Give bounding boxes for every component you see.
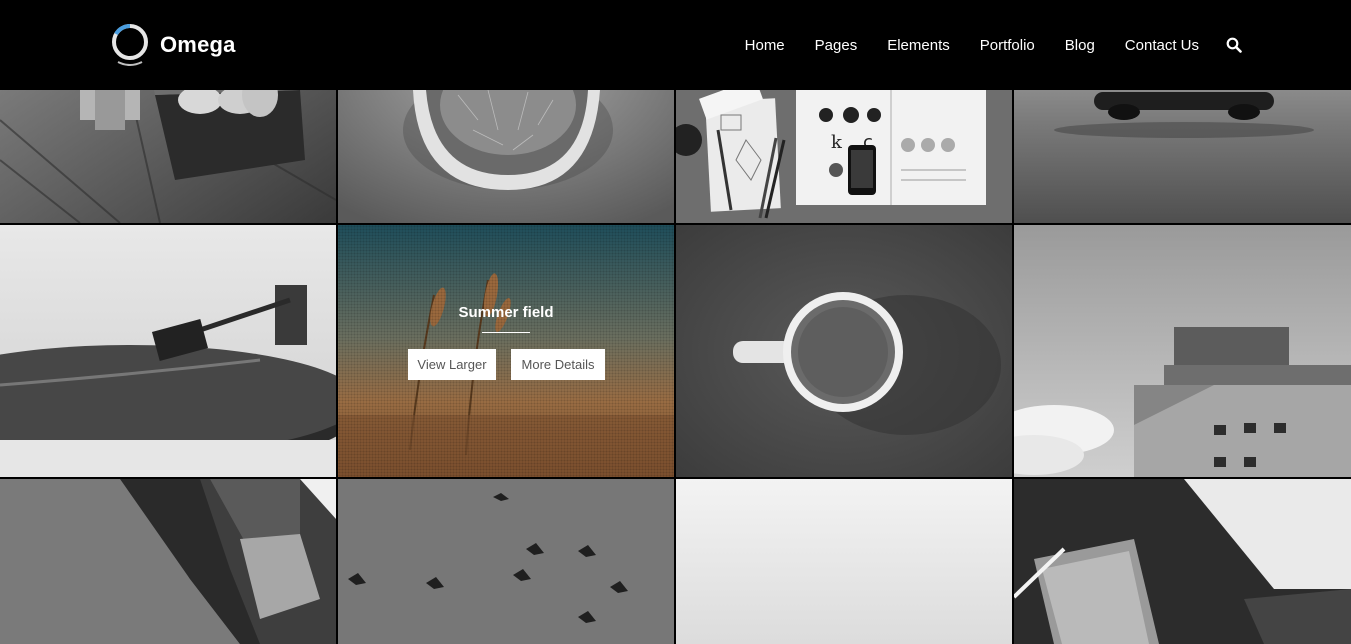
omega-logo-icon xyxy=(112,23,148,66)
gallery-item-minimal-sky[interactable] xyxy=(676,479,1012,644)
gallery-item-summer-field[interactable]: Summer field View Larger More Details xyxy=(338,225,674,477)
brand-home-link[interactable]: Omega xyxy=(110,20,236,70)
svg-text:k: k xyxy=(831,132,843,153)
gallery-item-drink-laptop[interactable] xyxy=(1014,479,1351,644)
nav-item-portfolio[interactable]: Portfolio xyxy=(980,37,1035,54)
nav-item-elements[interactable]: Elements xyxy=(887,37,950,54)
bunker-photo xyxy=(1014,225,1351,477)
gallery-item-sweater[interactable] xyxy=(0,479,336,644)
coffee-cup-photo xyxy=(676,225,1012,477)
turntable-photo xyxy=(0,225,336,477)
gallery-item-bunker-building[interactable] xyxy=(1014,225,1351,477)
view-larger-button[interactable]: View Larger xyxy=(408,349,496,380)
search-icon[interactable] xyxy=(1226,37,1242,53)
more-details-button[interactable]: More Details xyxy=(511,349,605,380)
birds-photo xyxy=(338,479,674,644)
portfolio-gallery: kc Summer field View Larger More Details xyxy=(0,0,1351,644)
gallery-item-birds[interactable] xyxy=(338,479,674,644)
gallery-item-turntable[interactable] xyxy=(0,225,336,477)
nav-item-home[interactable]: Home xyxy=(745,37,785,54)
title-divider xyxy=(482,332,530,333)
brand-name: Omega xyxy=(160,32,236,57)
item-title: Summer field xyxy=(458,304,554,321)
sweater-photo xyxy=(0,479,336,644)
nav-item-blog[interactable]: Blog xyxy=(1065,37,1095,54)
hover-overlay xyxy=(338,225,674,477)
main-nav: Home Pages Elements Portfolio Blog Conta… xyxy=(745,0,1242,90)
nav-item-contact-us[interactable]: Contact Us xyxy=(1125,37,1199,54)
drink-laptop-photo xyxy=(1014,479,1351,644)
minimal-sky-photo xyxy=(676,479,1012,644)
nav-item-pages[interactable]: Pages xyxy=(815,37,858,54)
top-navbar: Omega Home Pages Elements Portfolio Blog… xyxy=(0,0,1351,90)
gallery-item-coffee-cup[interactable] xyxy=(676,225,1012,477)
